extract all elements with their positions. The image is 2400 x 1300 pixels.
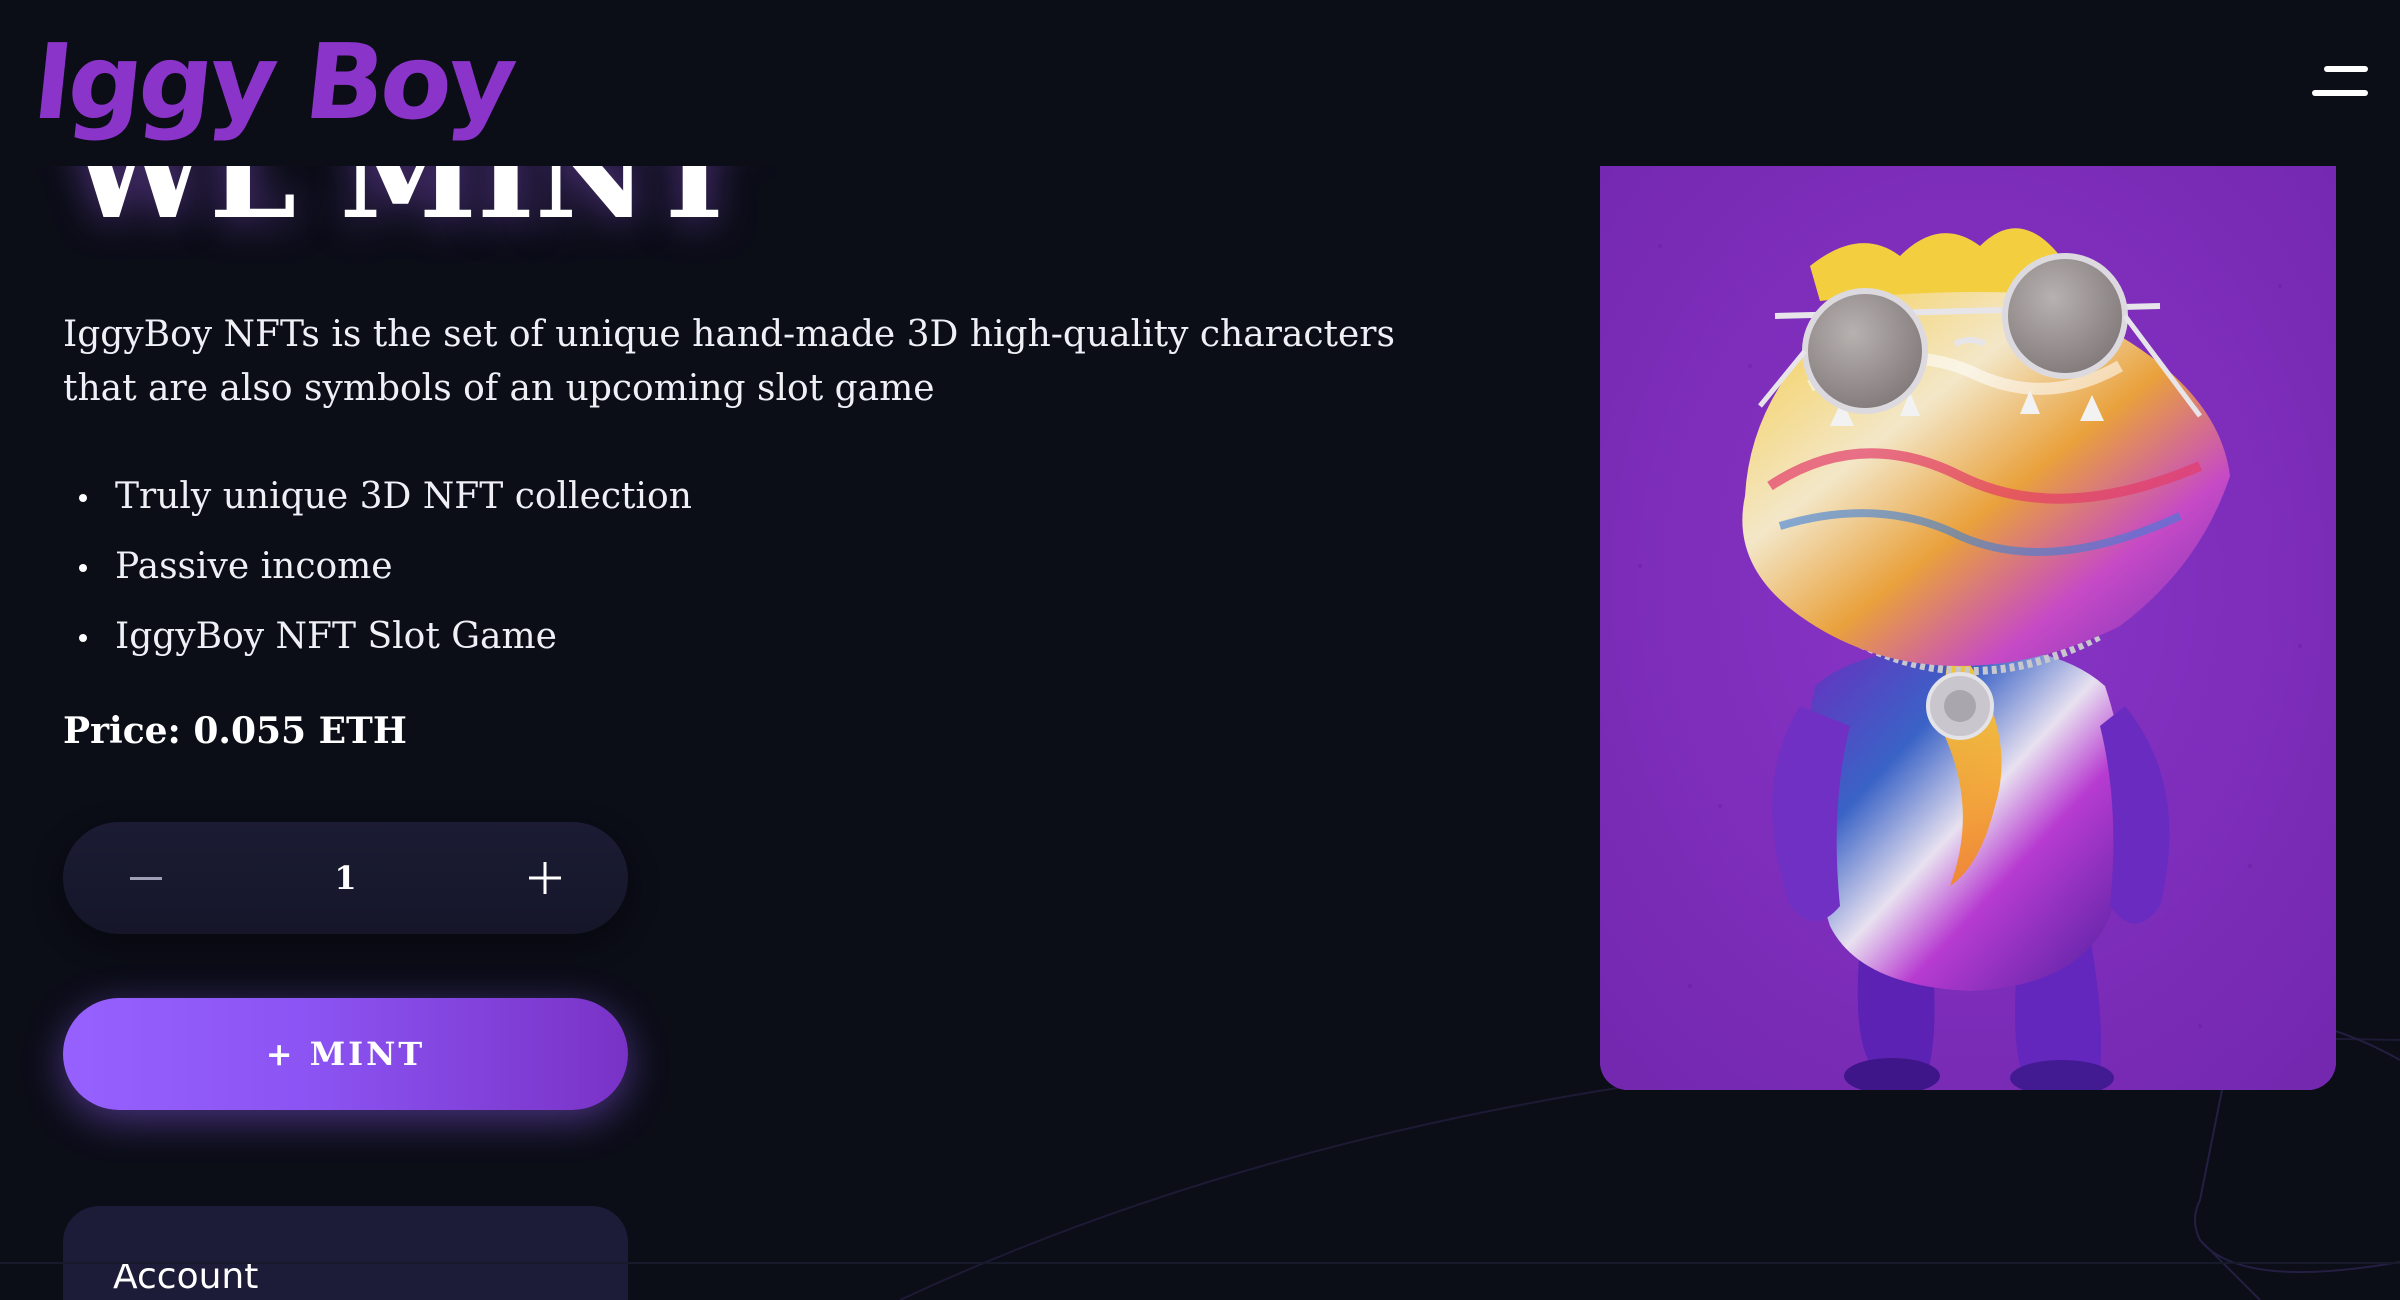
price-label: Price: 0.055 ETH (63, 710, 407, 752)
hero-description: IggyBoy NFTs is the set of unique hand-m… (63, 314, 1395, 409)
nft-preview-image (1600, 166, 2336, 1090)
feature-text: Passive income (115, 546, 393, 587)
iguana-character-illustration (1600, 166, 2336, 1090)
mint-button[interactable]: + MINT (63, 998, 628, 1110)
minus-icon (130, 877, 162, 880)
logo-text: Iggy Boy (27, 21, 519, 143)
feature-text: Truly unique 3D NFT collection (115, 476, 692, 517)
site-header: Iggy Boy (0, 0, 2400, 166)
hamburger-menu-icon[interactable] (2308, 62, 2368, 102)
decrement-button[interactable] (91, 822, 201, 934)
site-logo[interactable]: Iggy Boy (28, 21, 519, 143)
quantity-stepper: 1 (63, 822, 628, 934)
bullet-icon (79, 564, 87, 572)
feature-text: IggyBoy NFT Slot Game (115, 616, 557, 657)
bullet-icon (79, 634, 87, 642)
plus-icon (529, 862, 561, 894)
menu-bar-bottom (2312, 90, 2368, 96)
feature-item: IggyBoy NFT Slot Game (63, 602, 692, 672)
account-card: Account (63, 1206, 628, 1300)
menu-bar-top (2324, 66, 2368, 72)
page: WL MINT Iggy Boy IggyBoy NFTs is the set… (0, 0, 2400, 1300)
feature-item: Truly unique 3D NFT collection (63, 462, 692, 532)
feature-item: Passive income (63, 532, 692, 602)
bullet-icon (79, 494, 87, 502)
increment-button[interactable] (490, 822, 600, 934)
feature-list: Truly unique 3D NFT collection Passive i… (63, 462, 692, 672)
footer-divider (0, 1262, 2400, 1264)
